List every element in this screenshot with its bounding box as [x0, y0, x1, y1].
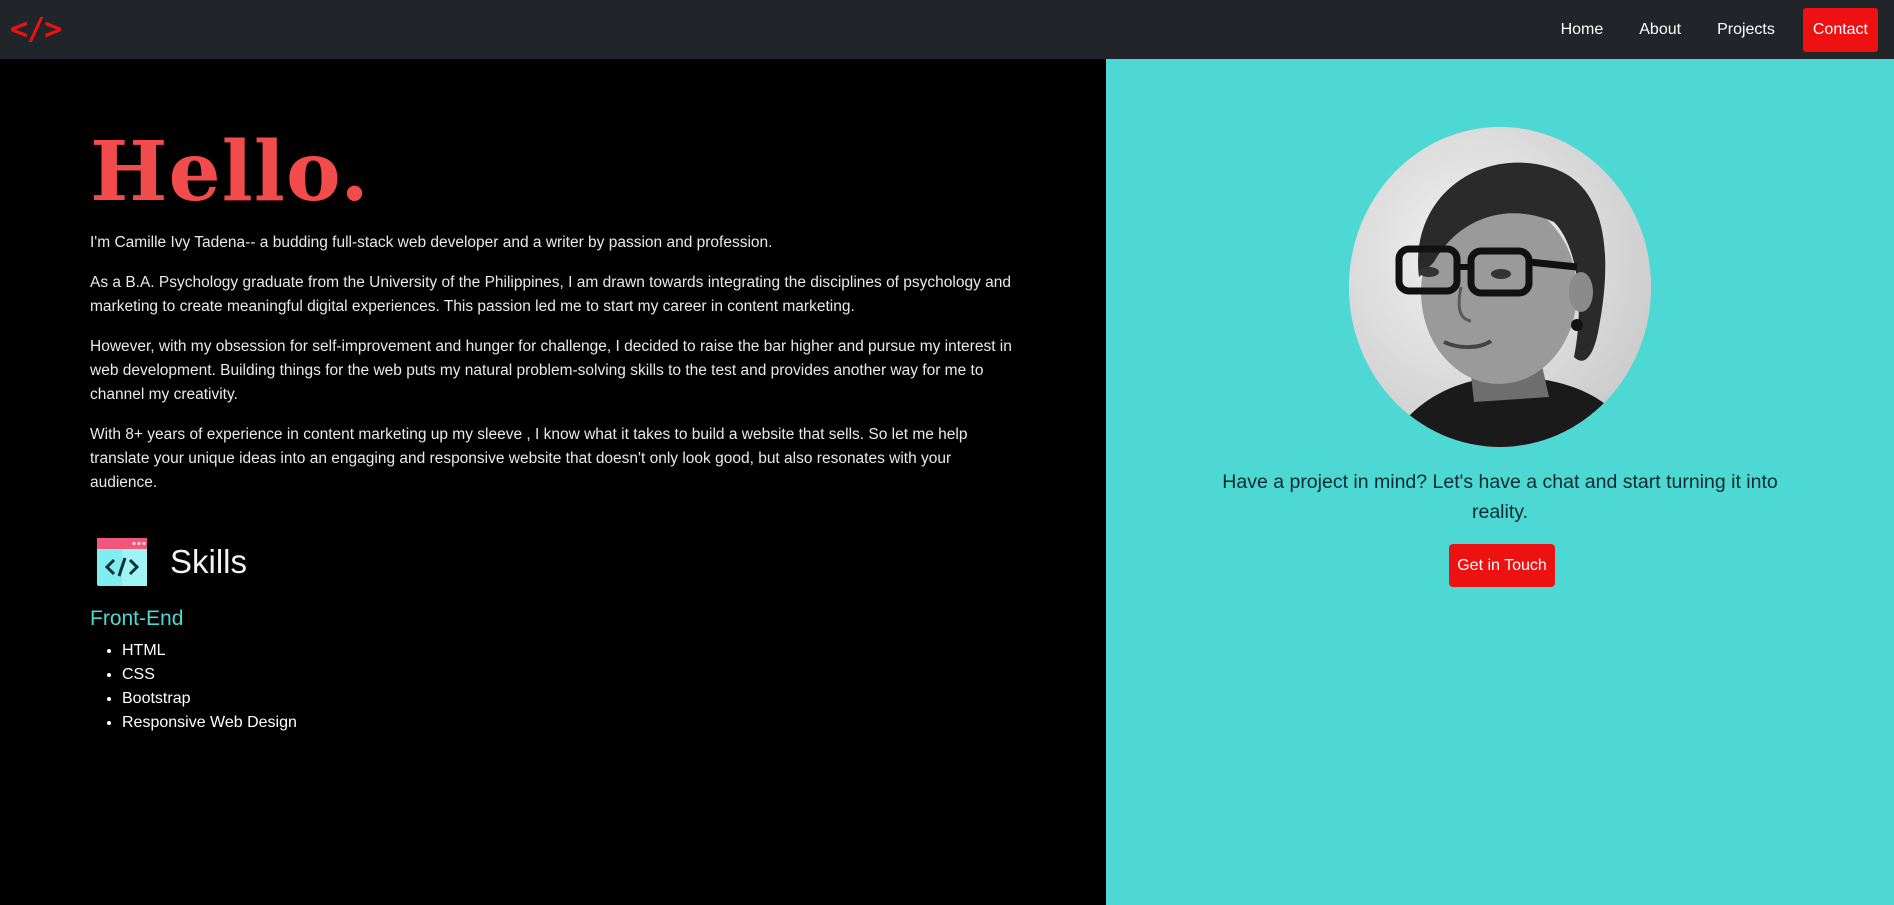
- nav-link-about[interactable]: About: [1639, 21, 1681, 39]
- intro-paragraph: With 8+ years of experience in content m…: [90, 426, 968, 491]
- nav-link-home[interactable]: Home: [1561, 21, 1604, 39]
- contact-panel: Have a project in mind? Let's have a cha…: [1106, 59, 1894, 905]
- skills-title: Skills: [170, 543, 248, 580]
- list-item: HTML: [122, 639, 297, 663]
- intro-paragraph: However, with my obsession for self-impr…: [90, 338, 1012, 403]
- get-in-touch-button[interactable]: Get in Touch: [1449, 544, 1555, 587]
- about-panel: Hello. I'm Camille Ivy Tadena-- a buddin…: [0, 59, 1106, 905]
- frontend-skill-list: HTML CSS Bootstrap Responsive Web Design: [90, 639, 297, 735]
- avatar: [1349, 127, 1651, 447]
- profile-photo: [1349, 127, 1651, 447]
- code-window-icon: [97, 538, 147, 586]
- intro-text: I'm Camille Ivy Tadena-- a budding full-…: [90, 231, 1020, 511]
- nav-contact-button[interactable]: Contact: [1802, 7, 1878, 52]
- nav-link-projects[interactable]: Projects: [1717, 21, 1775, 39]
- skills-header: Skills: [90, 534, 247, 590]
- list-item: Bootstrap: [122, 687, 297, 711]
- intro-paragraph: As a B.A. Psychology graduate from the U…: [90, 274, 1012, 315]
- intro-paragraph: I'm Camille Ivy Tadena-- a budding full-…: [90, 234, 773, 251]
- cta-text: Have a project in mind? Let's have a cha…: [1222, 471, 1778, 523]
- list-item: CSS: [122, 663, 297, 687]
- frontend-title: Front-End: [90, 607, 184, 630]
- list-item: Responsive Web Design: [122, 711, 297, 735]
- hero-heading: Hello.: [90, 124, 370, 220]
- navbar: </> Home About Projects Contact: [0, 0, 1894, 59]
- brand-logo[interactable]: </>: [10, 12, 62, 47]
- nav-links: Home About Projects Contact: [1525, 0, 1878, 59]
